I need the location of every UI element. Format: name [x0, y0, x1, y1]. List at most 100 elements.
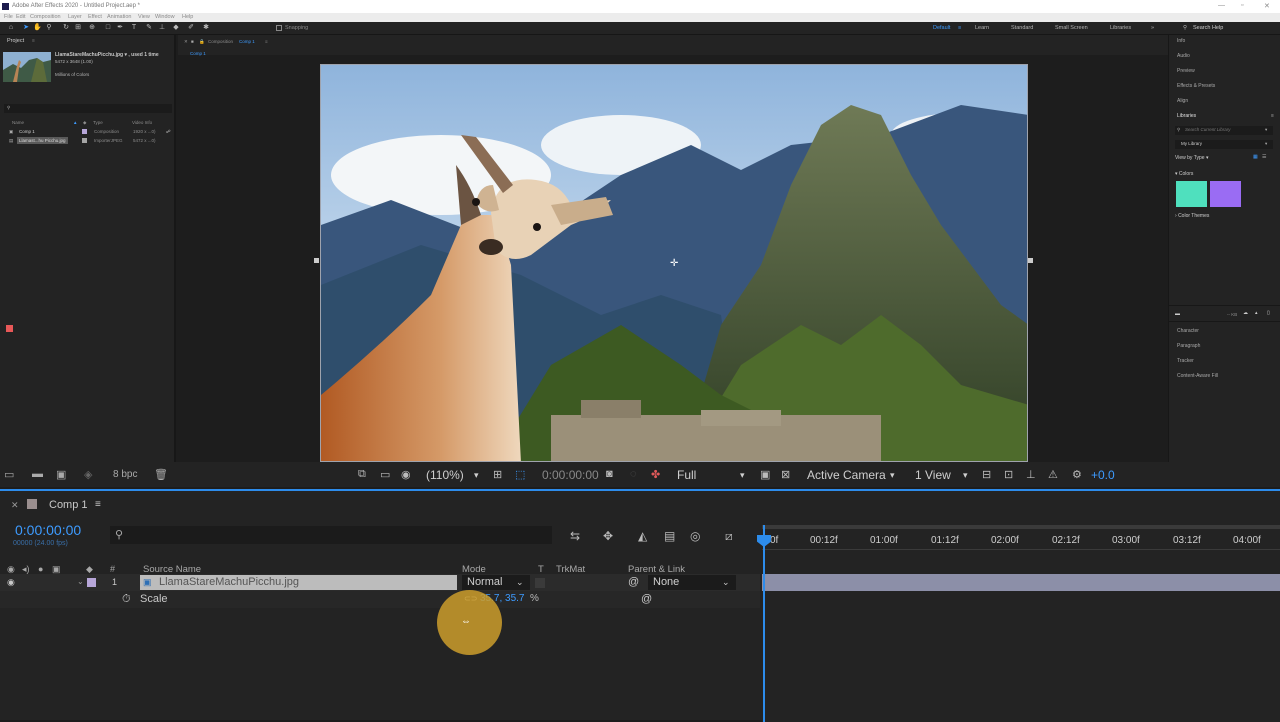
- exposure-icon[interactable]: ⚙: [1072, 468, 1082, 481]
- menu-animation[interactable]: Animation: [107, 14, 131, 20]
- sort-icon[interactable]: ▲: [73, 120, 77, 125]
- search-help-input[interactable]: Search Help: [1193, 25, 1223, 31]
- zoom-dropdown[interactable]: (110%): [426, 468, 464, 482]
- toggle-pixel-aspect-icon[interactable]: ⊟: [982, 468, 991, 481]
- new-composition-icon[interactable]: ▣: [56, 468, 66, 481]
- color-swatch[interactable]: [1176, 181, 1207, 207]
- pen-tool-icon[interactable]: ✒: [116, 24, 124, 32]
- list-view-icon[interactable]: ☰: [1262, 154, 1266, 160]
- pick-whip-icon[interactable]: @: [628, 576, 639, 588]
- effects-presets-panel[interactable]: Effects & Presets: [1177, 83, 1215, 89]
- rectangle-tool-icon[interactable]: □: [104, 24, 112, 32]
- view-by-type-dropdown[interactable]: View by Type ▾: [1175, 155, 1208, 161]
- search-help-icon[interactable]: ⚲: [1183, 25, 1187, 31]
- pan-behind-tool-icon[interactable]: ⊕: [88, 24, 96, 32]
- snapshot-icon[interactable]: ◙: [606, 468, 613, 480]
- anchor-point-icon[interactable]: ✛: [670, 258, 678, 269]
- views-dropdown[interactable]: 1 View: [915, 468, 951, 482]
- layer-duration-bar[interactable]: [762, 574, 1280, 591]
- hand-tool-icon[interactable]: ✋: [33, 24, 42, 32]
- video-visibility-icon[interactable]: ◉: [7, 577, 15, 588]
- property-row-scale[interactable]: ⏱ Scale ⊂⊃ 35.7, 35.7 % @: [0, 591, 760, 608]
- timeline-timecode[interactable]: 0:00:00:00: [15, 522, 81, 538]
- interpret-footage-icon[interactable]: ▭: [4, 468, 14, 481]
- composition-mini-flowchart-icon[interactable]: ⇆: [570, 529, 580, 543]
- label-swatch[interactable]: [82, 129, 87, 134]
- more-workspaces-icon[interactable]: »: [1151, 25, 1154, 31]
- bit-depth-button[interactable]: 8 bpc: [113, 469, 137, 480]
- panel-menu-icon[interactable]: ≡: [95, 499, 101, 510]
- project-item-footage[interactable]: ▤ Llamast...hu Picchu.jpg ImporterJPEG 5…: [4, 137, 172, 146]
- resolution-grid-icon[interactable]: ⊞: [493, 468, 502, 481]
- time-ruler[interactable]: 0f 00:12f 01:00f 01:12f 02:00f 02:12f 03…: [762, 525, 1280, 550]
- composition-tab[interactable]: Comp 1: [239, 39, 255, 44]
- region-of-interest-icon[interactable]: ⬚: [515, 468, 525, 481]
- add-icon[interactable]: ▴: [1255, 310, 1258, 316]
- exposure-value[interactable]: +0.0: [1091, 468, 1115, 482]
- color-swatch[interactable]: [1210, 181, 1241, 207]
- folder-icon[interactable]: ▬: [1175, 311, 1180, 317]
- timeline-search-input[interactable]: ⚲: [110, 526, 552, 544]
- chevron-down-icon[interactable]: ▾: [474, 470, 479, 481]
- camera-tool-icon[interactable]: ⊞: [74, 24, 82, 32]
- type-tool-icon[interactable]: T: [130, 24, 138, 32]
- menu-composition[interactable]: Composition: [30, 14, 61, 20]
- info-panel[interactable]: Info: [1177, 38, 1185, 44]
- draft-3d-icon[interactable]: ✥: [603, 529, 613, 543]
- align-panel[interactable]: Align: [1177, 98, 1188, 104]
- new-folder-icon[interactable]: ▬: [32, 468, 43, 480]
- workspace-standard[interactable]: Standard: [1011, 25, 1033, 31]
- menu-edit[interactable]: Edit: [16, 14, 25, 20]
- zoom-tool-icon[interactable]: ⚲: [45, 24, 53, 32]
- motion-blur-icon[interactable]: ◎: [690, 529, 700, 543]
- panel-menu-icon[interactable]: ≡: [32, 38, 35, 44]
- chevron-down-icon[interactable]: ▾: [740, 470, 745, 481]
- roto-brush-tool-icon[interactable]: ✐: [187, 24, 195, 32]
- trash-icon[interactable]: 🗑: [154, 468, 168, 481]
- keyframe-area[interactable]: [762, 591, 1280, 722]
- close-tab-icon[interactable]: ✕: [11, 500, 19, 511]
- column-video-info[interactable]: Video Info: [132, 120, 152, 125]
- home-icon[interactable]: ⌂: [7, 24, 15, 32]
- project-item-comp[interactable]: ▣ Comp 1 Composition 1920 x ...0) ☍: [4, 128, 172, 137]
- work-area-bar[interactable]: [762, 525, 1280, 529]
- expression-pick-whip-icon[interactable]: @: [641, 593, 652, 605]
- parent-dropdown[interactable]: None ⌄: [648, 575, 736, 590]
- maximize-icon[interactable]: ▫: [1241, 2, 1243, 9]
- column-type[interactable]: Type: [93, 120, 103, 125]
- grid-view-icon[interactable]: ▦: [1253, 154, 1258, 160]
- menu-help[interactable]: Help: [182, 14, 193, 20]
- layer-name-field[interactable]: ▣ LlamaStareMachuPicchu.jpg: [140, 575, 457, 590]
- mask-visibility-icon[interactable]: ◉: [401, 468, 411, 481]
- project-settings-icon[interactable]: ◈: [84, 468, 92, 481]
- eraser-tool-icon[interactable]: ◆: [172, 24, 180, 32]
- layer-row[interactable]: ◉ ⌄ 1 ▣ LlamaStareMachuPicchu.jpg Normal…: [0, 574, 760, 591]
- snapping-checkbox[interactable]: [276, 25, 282, 31]
- libraries-panel[interactable]: Libraries: [1177, 113, 1196, 119]
- colors-section[interactable]: ▾ Colors: [1175, 171, 1193, 177]
- clone-stamp-tool-icon[interactable]: ⊥: [158, 24, 166, 32]
- reset-exposure-icon[interactable]: ⊡: [1004, 468, 1013, 481]
- current-time-display[interactable]: 0:00:00:00: [542, 468, 599, 482]
- label-swatch[interactable]: [82, 138, 87, 143]
- shy-layers-icon[interactable]: ◭: [638, 529, 647, 543]
- chevron-down-icon[interactable]: ▾: [1265, 127, 1267, 133]
- fast-previews-icon[interactable]: ▣: [760, 468, 770, 481]
- label-icon[interactable]: ◆: [83, 120, 86, 126]
- always-preview-icon[interactable]: ⧉: [358, 468, 366, 481]
- color-themes-section[interactable]: › Color Themes: [1175, 213, 1209, 219]
- menu-window[interactable]: Window: [155, 14, 175, 20]
- trash-icon[interactable]: ▯: [1267, 310, 1270, 316]
- current-time-indicator[interactable]: [763, 525, 765, 722]
- menu-view[interactable]: View: [138, 14, 150, 20]
- paragraph-panel[interactable]: Paragraph: [1177, 343, 1200, 349]
- frame-blending-icon[interactable]: ▤: [664, 529, 675, 543]
- close-tab-icon[interactable]: ✕: [184, 39, 188, 45]
- panel-menu-icon[interactable]: ≡: [265, 39, 268, 44]
- menu-effect[interactable]: Effect: [88, 14, 102, 20]
- flowchart-icon[interactable]: ☍: [166, 129, 171, 135]
- workspace-menu-icon[interactable]: ≡: [958, 25, 961, 31]
- brush-tool-icon[interactable]: ✎: [145, 24, 153, 32]
- show-snapshot-icon[interactable]: ◌: [630, 468, 637, 480]
- label-swatch[interactable]: [87, 578, 96, 587]
